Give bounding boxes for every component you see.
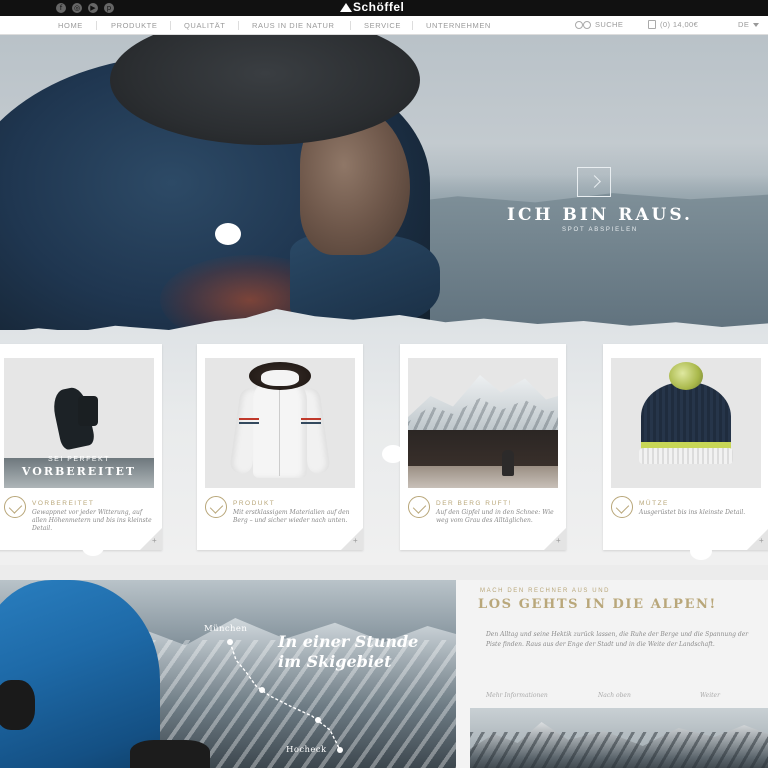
language-label: DE — [738, 20, 750, 29]
hotspot-dot[interactable] — [382, 445, 404, 463]
mountain-logo-icon — [340, 3, 352, 12]
hotspot-dot[interactable] — [82, 538, 104, 556]
hotspot-dot[interactable] — [690, 542, 712, 560]
section-kicker: MACH DEN RECHNER AUS UND — [480, 588, 611, 594]
card-expand-corner[interactable] — [140, 528, 162, 550]
route-start-dot — [227, 639, 233, 645]
play-video-button[interactable] — [577, 167, 611, 197]
teaser-cards-section: SEI PERFEKT VORBEREITET VORBEREITET Gewa… — [0, 330, 768, 565]
nav-divider — [412, 21, 413, 30]
map-city-start: München — [204, 624, 248, 634]
forest-line — [408, 430, 558, 470]
card-title: PRODUKT — [233, 500, 276, 507]
jacket-stripe — [301, 418, 321, 424]
hero-play-link[interactable]: SPOT ABSPIELEN — [460, 227, 740, 233]
map-city-end: Hocheck — [286, 745, 327, 755]
beanie-pompom — [669, 362, 703, 390]
card-overlay-big: VORBEREITET — [21, 465, 137, 478]
nav-divider — [238, 21, 239, 30]
card-der-berg-ruft[interactable]: DER BERG RUFT! Auf den Gipfel und in den… — [400, 344, 566, 550]
card-muetze[interactable]: MÜTZE Ausgerüstet bis ins kleinste Detai… — [603, 344, 768, 550]
main-nav: HOME PRODUKTE QUALITÄT RAUS IN DIE NATUR… — [0, 16, 768, 35]
nav-item-raus-in-die-natur[interactable]: RAUS IN DIE NATUR — [252, 21, 335, 30]
climber-glove — [0, 680, 35, 730]
cart-label: (0) 14,00€ — [660, 20, 699, 29]
pinterest-icon[interactable]: p — [104, 3, 114, 13]
alps-photo-rock — [470, 732, 768, 768]
jacket-zipper — [279, 384, 280, 476]
jacket-collar — [261, 370, 299, 386]
alps-photo — [470, 708, 768, 768]
map-headline-line2: im Skigebiet — [278, 652, 392, 671]
route-stop-dot — [259, 687, 265, 693]
card-overlay-small: SEI PERFEKT — [47, 456, 110, 463]
binoculars-search-icon — [575, 21, 591, 29]
check-badge-icon — [4, 496, 26, 518]
nav-item-unternehmen[interactable]: UNTERNEHMEN — [426, 21, 491, 30]
card-expand-corner[interactable] — [341, 528, 363, 550]
card-vorbereitet[interactable]: SEI PERFEKT VORBEREITET VORBEREITET Gewa… — [0, 344, 162, 550]
card-image-climber: SEI PERFEKT VORBEREITET — [4, 358, 154, 488]
search-button[interactable]: SUCHE — [575, 20, 623, 29]
cart-button[interactable]: (0) 14,00€ — [648, 20, 698, 29]
card-text: Gewappnet vor jeder Witterung, auf allen… — [32, 509, 152, 532]
section-title: LOS GEHTS IN DIE ALPEN! — [478, 597, 717, 612]
hero-banner: ICH BIN RAUS. SPOT ABSPIELEN — [0, 35, 768, 345]
card-produkt[interactable]: PRODUKT Mit erstklassigem Materialien au… — [197, 344, 363, 550]
nav-divider — [170, 21, 171, 30]
language-select[interactable]: DE — [738, 20, 760, 29]
card-image-jacket — [205, 358, 355, 488]
jacket-stripe — [239, 418, 259, 424]
shopping-bag-icon — [648, 20, 656, 29]
card-title: MÜTZE — [639, 500, 669, 507]
card-image-mountain — [408, 358, 558, 488]
beanie-cuff — [639, 448, 733, 464]
mountain-badge-icon — [611, 496, 633, 518]
mountain-badge-icon — [408, 496, 430, 518]
section-text: Den Alltag und seine Hektik zurück lasse… — [486, 631, 749, 648]
card-title: DER BERG RUFT! — [436, 500, 512, 507]
search-label: SUCHE — [595, 20, 624, 29]
card-text: Auf den Gipfel und in den Schnee: Wie we… — [436, 509, 554, 524]
facebook-icon[interactable]: f — [56, 3, 66, 13]
card-expand-corner[interactable] — [544, 528, 566, 550]
route-end-dot — [337, 747, 343, 753]
nav-item-produkte[interactable]: PRODUKTE — [111, 21, 157, 30]
back-to-top-link[interactable]: Nach oben — [598, 692, 631, 699]
card-text: Ausgerüstet bis ins kleinste Detail. — [639, 509, 746, 516]
card-expand-corner[interactable] — [747, 528, 768, 550]
climber-glove — [130, 740, 210, 768]
card-text: Mit erstklassigem Materialien auf den Be… — [233, 509, 350, 524]
card-image-beanie — [611, 358, 761, 488]
nav-item-home[interactable]: HOME — [58, 21, 83, 30]
brand-logo[interactable]: Schöffel — [340, 0, 404, 14]
top-bar: f ◎ ▶ p Schöffel — [0, 0, 768, 16]
youtube-icon[interactable]: ▶ — [88, 3, 98, 13]
hero-headline: ICH BIN RAUS. — [507, 205, 693, 225]
next-link[interactable]: Weiter — [700, 692, 720, 699]
more-info-link[interactable]: Mehr Informationen — [486, 692, 548, 699]
card-title: VORBEREITET — [32, 500, 95, 507]
hiker-figure — [502, 450, 514, 476]
alps-info-panel: MACH DEN RECHNER AUS UND LOS GEHTS IN DI… — [456, 580, 768, 768]
jacket-body — [253, 378, 307, 478]
route-stop-dot — [315, 717, 321, 723]
nav-divider — [96, 21, 97, 30]
chevron-down-icon — [753, 22, 760, 27]
section-links: Mehr Informationen Nach oben Weiter — [486, 692, 758, 702]
social-links: f ◎ ▶ p — [56, 3, 114, 13]
mountain-badge-icon — [205, 496, 227, 518]
nav-item-qualitaet[interactable]: QUALITÄT — [184, 21, 225, 30]
nav-divider — [350, 21, 351, 30]
backpack — [78, 396, 98, 426]
nav-item-service[interactable]: SERVICE — [364, 21, 401, 30]
meadow — [408, 466, 558, 488]
brand-name: Schöffel — [353, 0, 405, 14]
map-headline-line1: In einer Stunde — [278, 632, 419, 651]
instagram-icon[interactable]: ◎ — [72, 3, 82, 13]
hero-hotspot[interactable] — [215, 223, 241, 245]
ski-area-teaser[interactable]: München Hocheck In einer Stunde im Skige… — [0, 580, 456, 768]
